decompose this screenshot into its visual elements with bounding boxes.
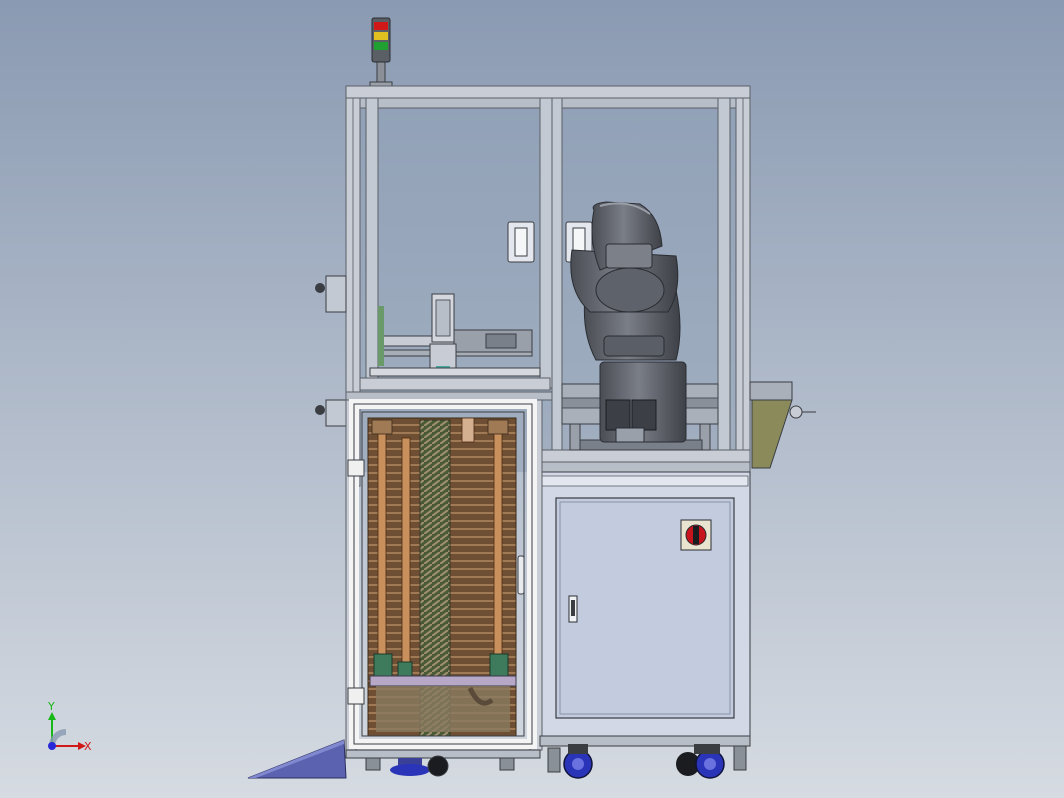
- cad-viewport[interactable]: Y X: [0, 0, 1064, 798]
- magazine-door-handle[interactable]: [517, 555, 525, 595]
- door-hinge-lower: [347, 687, 365, 705]
- cabinet-door-latch[interactable]: [568, 595, 578, 623]
- door-hinge-upper: [347, 459, 365, 477]
- axis-y-label: Y: [47, 700, 55, 713]
- axis-x-label: X: [84, 740, 92, 753]
- magazine-storage-rack: [367, 417, 517, 737]
- emergency-stop-icon[interactable]: [680, 519, 712, 551]
- glass-door-handle-left[interactable]: [507, 221, 535, 263]
